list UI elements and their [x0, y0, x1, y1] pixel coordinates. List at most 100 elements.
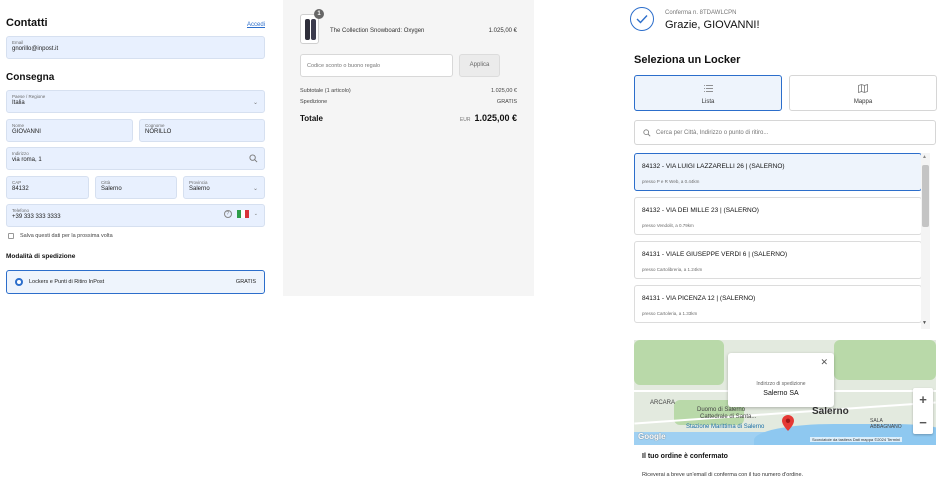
save-info-row[interactable]: Salva questi dati per la prossima volta: [8, 233, 113, 239]
locker-item-title: 84131 - VIA PICENZA 12 | (SALERNO): [642, 295, 756, 302]
tab-map[interactable]: Mappa: [789, 75, 937, 111]
tooltip-label: Indirizzo di spedizione: [756, 381, 806, 387]
province-label: Provincia: [189, 180, 208, 185]
coupon-placeholder: Codice sconto o buono regalo: [307, 63, 381, 69]
save-info-checkbox[interactable]: [8, 233, 14, 239]
zoom-in-button[interactable]: +: [913, 388, 933, 411]
email-field[interactable]: Email gnorillo@inpost.it: [6, 36, 265, 59]
first-name-value: GIOVANNI: [12, 129, 41, 135]
map-place-label: Duomo di Salerno: [697, 407, 746, 413]
total-amount: EUR 1.025,00 €: [460, 113, 517, 123]
map-attribution[interactable]: Scorciatoie da tastiera Dati mappa ©2024…: [810, 437, 903, 442]
thanks-title: Grazie, GIOVANNI!: [665, 19, 760, 31]
last-name-field[interactable]: Cognome NORILLO: [139, 119, 265, 142]
country-label: Paese / Regione: [12, 94, 46, 99]
shipping-radio[interactable]: [15, 278, 23, 286]
locker-item-subtitle: presso Cartoleria, a 1.33km: [642, 311, 698, 316]
apply-button[interactable]: Applica: [459, 54, 500, 77]
last-name-label: Cognome: [145, 123, 165, 128]
order-number: Conferma n. 8TDAWLCPN: [665, 10, 737, 16]
phone-value: +39 333 333 3333: [12, 214, 61, 220]
country-select[interactable]: Paese / Regione Italia ⌄: [6, 90, 265, 113]
city-value: Salerno: [101, 186, 122, 192]
map-place-label: Cattedrale di Santa...: [700, 414, 757, 420]
locker-item[interactable]: 84132 - VIA LUIGI LAZZARELLI 26 | (SALER…: [634, 153, 922, 191]
province-select[interactable]: Provincia Salerno ⌄: [183, 176, 265, 199]
map-place-label: SALA ABBAGNANO: [870, 418, 902, 430]
scrollbar-thumb[interactable]: [922, 165, 929, 227]
check-icon: [630, 7, 654, 31]
map-tooltip: ✕ Indirizzo di spedizione Salerno SA: [728, 353, 834, 407]
locker-item-subtitle: presso P e R Web, a 0.44km: [642, 179, 700, 184]
locker-item[interactable]: 84131 - VIALE GIUSEPPE VERDI 6 | (SALERN…: [634, 241, 922, 279]
city-field[interactable]: Città Salerno: [95, 176, 177, 199]
locker-item-title: 84132 - VIA DEI MILLE 23 | (SALERNO): [642, 207, 759, 214]
zoom-out-button[interactable]: −: [913, 411, 933, 434]
coupon-input[interactable]: Codice sconto o buono regalo: [300, 54, 453, 77]
phone-controls: ? ⌄: [223, 210, 258, 218]
help-icon[interactable]: ?: [223, 210, 232, 218]
city-label: Città: [101, 180, 111, 185]
italy-flag-icon[interactable]: [236, 210, 249, 218]
shipping-row: Spedizione GRATIS: [300, 99, 517, 105]
google-logo: Google: [638, 432, 666, 441]
email-value: gnorillo@inpost.it: [12, 46, 59, 52]
email-label: Email: [12, 40, 24, 45]
subtotal-label: Subtotale (1 articolo): [300, 88, 351, 94]
locker-panel: Conferma n. 8TDAWLCPN Grazie, GIOVANNI! …: [624, 0, 942, 483]
map-place-label: Stazione Marittima di Salerno: [686, 424, 765, 430]
map-icon: [858, 84, 868, 93]
contact-header: Contatti Accedi: [6, 17, 265, 29]
total-row: Totale EUR 1.025,00 €: [300, 113, 517, 123]
zip-label: CAP: [12, 180, 22, 185]
order-summary: 1 The Collection Snowboard: Oxygen 1.025…: [283, 0, 534, 296]
map-view[interactable]: ARCARA Duomo di Salerno Cattedrale di Sa…: [634, 340, 936, 445]
locker-search-placeholder: Cerca per Città, Indirizzo o punto di ri…: [656, 130, 769, 136]
phone-field[interactable]: Telefono +39 333 333 3333 ? ⌄: [6, 204, 265, 227]
total-value: 1.025,00 €: [474, 113, 517, 123]
snowboard-image: [305, 19, 310, 40]
delivery-title: Consegna: [6, 72, 55, 83]
login-link[interactable]: Accedi: [247, 22, 265, 28]
map-place-label: ARCARA: [650, 400, 676, 406]
shipping-option[interactable]: Lockers e Punti di Ritiro InPost GRATIS: [6, 270, 265, 294]
map-city-label: Salerno: [812, 406, 849, 417]
province-value: Salerno: [189, 186, 210, 192]
locker-item[interactable]: 84131 - VIA PICENZA 12 | (SALERNO) press…: [634, 285, 922, 323]
quantity-badge: 1: [314, 9, 324, 19]
locker-search-input[interactable]: Cerca per Città, Indirizzo o punto di ri…: [634, 120, 936, 145]
zip-field[interactable]: CAP 84132: [6, 176, 89, 199]
tab-list[interactable]: Lista: [634, 75, 782, 111]
last-name-value: NORILLO: [145, 129, 172, 135]
locker-item-title: 84131 - VIALE GIUSEPPE VERDI 6 | (SALERN…: [642, 251, 788, 258]
map-pin-icon[interactable]: [782, 415, 794, 431]
map-zoom-controls: + −: [913, 388, 933, 434]
locker-item-subtitle: presso Vendolit, a 0.79km: [642, 223, 694, 228]
product-name: The Collection Snowboard: Oxygen: [330, 28, 425, 34]
chevron-down-icon[interactable]: ⌄: [254, 211, 258, 217]
tab-list-label: Lista: [701, 99, 715, 105]
address-label: Indirizzo: [12, 151, 29, 156]
order-confirmed-title: Il tuo ordine è confermato: [642, 453, 728, 460]
locker-item[interactable]: 84132 - VIA DEI MILLE 23 | (SALERNO) pre…: [634, 197, 922, 235]
locker-item-subtitle: presso Cartolibreria, a 1.24km: [642, 267, 703, 272]
shipping-option-price: GRATIS: [235, 279, 256, 285]
contact-title: Contatti: [6, 17, 48, 29]
scroll-up-icon[interactable]: ▲: [922, 154, 927, 160]
map-park: [834, 340, 936, 380]
shipping-title: Modalità di spedizione: [6, 253, 76, 260]
first-name-field[interactable]: Nome GIOVANNI: [6, 119, 133, 142]
map-park: [634, 340, 724, 385]
list-icon: [703, 85, 713, 92]
first-name-label: Nome: [12, 123, 25, 128]
phone-label: Telefono: [12, 208, 30, 213]
locker-title: Seleziona un Locker: [634, 54, 741, 66]
address-value: via roma, 1: [12, 157, 42, 163]
scroll-down-icon[interactable]: ▼: [922, 320, 927, 326]
close-icon[interactable]: ✕: [820, 357, 828, 368]
shipping-cost-label: Spedizione: [300, 99, 328, 105]
total-currency: EUR: [459, 117, 471, 123]
chevron-down-icon: ⌄: [252, 186, 258, 192]
subtotal-value: 1.025,00 €: [491, 88, 517, 94]
address-field[interactable]: Indirizzo via roma, 1: [6, 147, 265, 170]
